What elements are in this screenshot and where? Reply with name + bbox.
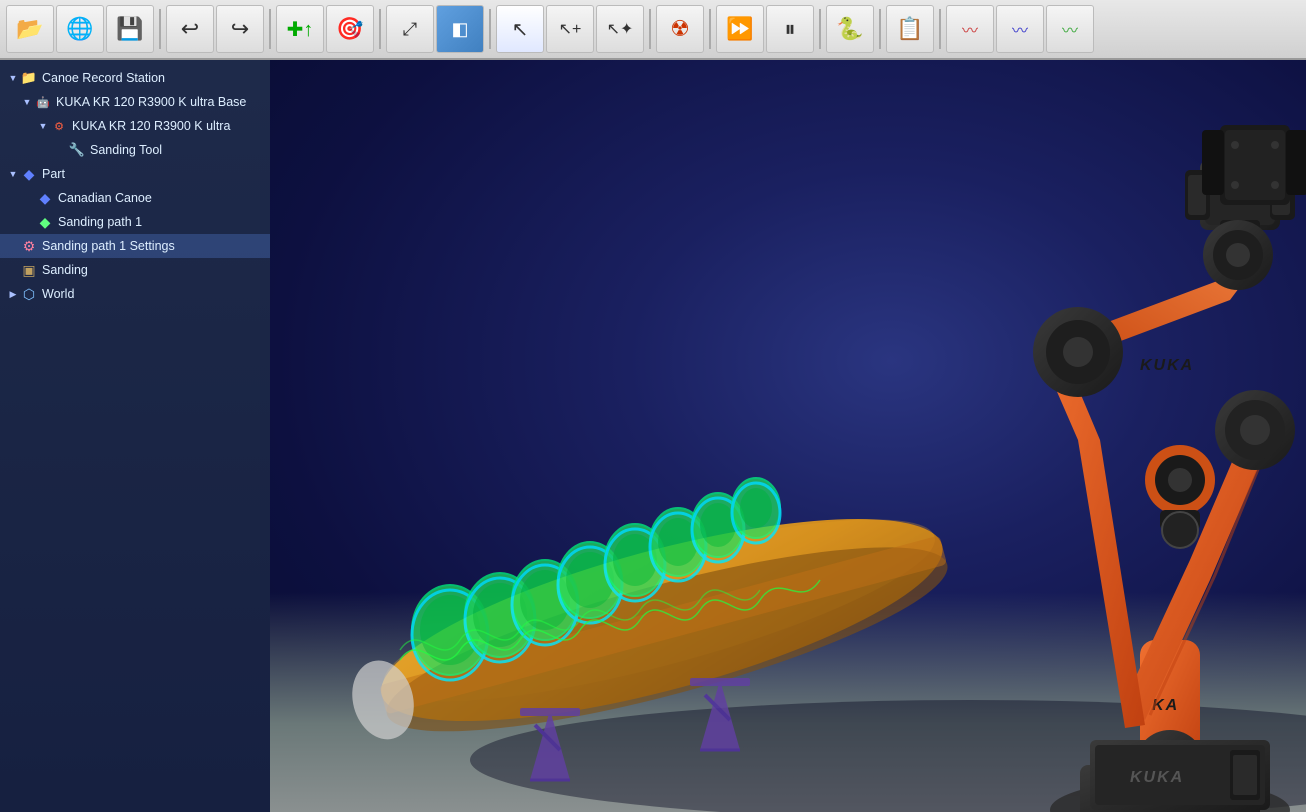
separator-7	[819, 9, 821, 49]
tree-label-sanding-path-1: Sanding path 1	[58, 215, 142, 229]
separator-4	[489, 9, 491, 49]
tree-arrow-settings	[6, 239, 20, 253]
tree-label-kuka-base: KUKA KR 120 R3900 K ultra Base	[56, 95, 246, 109]
tree-label-sanding-path-settings: Sanding path 1 Settings	[42, 239, 175, 253]
undo-button[interactable]: ↩	[166, 5, 214, 53]
separator-1	[159, 9, 161, 49]
sanding-icon: ▣	[20, 261, 38, 279]
radiation-button[interactable]: ☢	[656, 5, 704, 53]
tree-arrow-canoe-record: ▼	[6, 71, 20, 85]
pause-button[interactable]: ⏸	[766, 5, 814, 53]
select-button[interactable]: ↖	[496, 5, 544, 53]
tree-item-canadian-canoe[interactable]: ◆ Canadian Canoe	[0, 186, 270, 210]
save-button[interactable]: 💾	[106, 5, 154, 53]
add-move-button[interactable]: ✚↑	[276, 5, 324, 53]
toolbar: 📂 🌐 💾 ↩ ↪ ✚↑ 🎯 ⤢ ◧ ↖ ↖+ ↖✦ ☢ ⏩ ⏸ 🐍 📋 〰 〰…	[0, 0, 1306, 60]
sanding-path-settings-icon: ⚙	[20, 237, 38, 255]
path2-button[interactable]: 〰	[996, 5, 1044, 53]
tree-label-canoe-record: Canoe Record Station	[42, 71, 165, 85]
world-icon: ⬡	[20, 285, 38, 303]
tree-item-kuka-base[interactable]: ▼ 🤖 KUKA KR 120 R3900 K ultra Base	[0, 90, 270, 114]
tree-arrow-sanding	[6, 263, 20, 277]
tree-label-canadian-canoe: Canadian Canoe	[58, 191, 152, 205]
tree-arrow-part: ▼	[6, 167, 20, 181]
svg-text:KUKA: KUKA	[1130, 769, 1184, 786]
tree-label-part: Part	[42, 167, 65, 181]
separator-5	[649, 9, 651, 49]
3d-view-button[interactable]: ◧	[436, 5, 484, 53]
target-button[interactable]: 🎯	[326, 5, 374, 53]
station-icon: 📁	[20, 69, 38, 87]
robot-base-icon: 🤖	[34, 93, 52, 111]
scene-tree-panel: ▼ 📁 Canoe Record Station ▼ 🤖 KUKA KR 120…	[0, 60, 270, 812]
svg-text:KUKA: KUKA	[1140, 357, 1194, 374]
tree-item-sanding-path-settings[interactable]: ⚙ Sanding path 1 Settings	[0, 234, 270, 258]
tree-item-sanding[interactable]: ▣ Sanding	[0, 258, 270, 282]
tree-label-world: World	[42, 287, 74, 301]
main-content: ▼ 📁 Canoe Record Station ▼ 🤖 KUKA KR 120…	[0, 60, 1306, 812]
robot-icon: ⚙	[50, 117, 68, 135]
separator-3	[379, 9, 381, 49]
select-path-button[interactable]: ↖✦	[596, 5, 644, 53]
separator-6	[709, 9, 711, 49]
canoe-icon: ◆	[36, 189, 54, 207]
select-move-button[interactable]: ↖+	[546, 5, 594, 53]
sanding-path-icon: ◆	[36, 213, 54, 231]
python-button[interactable]: 🐍	[826, 5, 874, 53]
open-folder-button[interactable]: 📂	[6, 5, 54, 53]
tree-label-sanding-tool: Sanding Tool	[90, 143, 162, 157]
tree-label-sanding: Sanding	[42, 263, 88, 277]
fast-forward-button[interactable]: ⏩	[716, 5, 764, 53]
tree-item-sanding-path-1[interactable]: ◆ Sanding path 1	[0, 210, 270, 234]
separator-2	[269, 9, 271, 49]
document-button[interactable]: 📋	[886, 5, 934, 53]
path1-button[interactable]: 〰	[946, 5, 994, 53]
tree-item-canoe-record[interactable]: ▼ 📁 Canoe Record Station	[0, 66, 270, 90]
tree-arrow-kuka-base: ▼	[20, 95, 34, 109]
tree-item-kuka-robot[interactable]: ▼ ⚙ KUKA KR 120 R3900 K ultra	[0, 114, 270, 138]
3d-viewport[interactable]: KUKA	[270, 60, 1306, 812]
part-icon: ◆	[20, 165, 38, 183]
fit-all-button[interactable]: ⤢	[386, 5, 434, 53]
tree-label-kuka-robot: KUKA KR 120 R3900 K ultra	[72, 119, 230, 133]
tree-arrow-sanding-path-1	[22, 215, 36, 229]
sanding-tool-icon: 🔧	[68, 141, 86, 159]
tree-arrow-world: ▶	[6, 287, 20, 301]
path3-button[interactable]: 〰	[1046, 5, 1094, 53]
robot-scene-svg: KUKA	[270, 60, 1306, 812]
tree-item-world[interactable]: ▶ ⬡ World	[0, 282, 270, 306]
separator-8	[879, 9, 881, 49]
web-button[interactable]: 🌐	[56, 5, 104, 53]
tree-arrow-sanding-tool	[54, 143, 68, 157]
tree-arrow-canoe	[22, 191, 36, 205]
redo-button[interactable]: ↪	[216, 5, 264, 53]
tree-item-part[interactable]: ▼ ◆ Part	[0, 162, 270, 186]
tree-arrow-kuka-robot: ▼	[36, 119, 50, 133]
separator-9	[939, 9, 941, 49]
tree-item-sanding-tool[interactable]: 🔧 Sanding Tool	[0, 138, 270, 162]
